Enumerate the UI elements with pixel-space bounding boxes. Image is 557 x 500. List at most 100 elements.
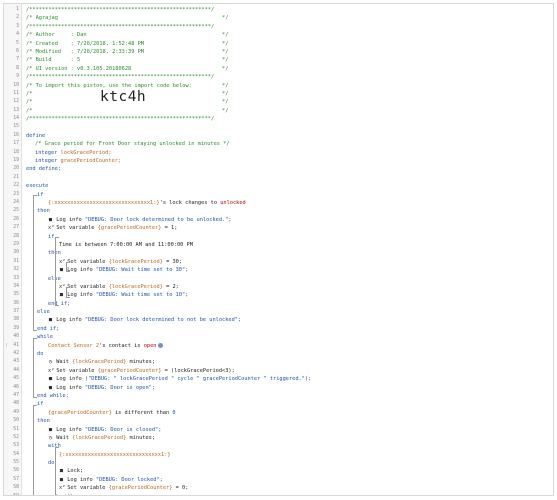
code-line[interactable]: 43 ◷ Wait {lockGracePeriod} minutes; (4, 358, 553, 366)
code-line[interactable]: 46 ■ Log info "DEBUG: Door is open"; (4, 384, 553, 392)
code-text: integer gracePeriodCounter; (35, 157, 121, 165)
code-text: /* Build : 5 (26, 56, 80, 64)
code-line[interactable]: 14 /*************************************… (4, 115, 553, 123)
code-line[interactable]: 27 x² Set variable {gracePeriodCounter} =… (4, 224, 553, 232)
code-line[interactable]: 32 ■ Log info "DEBUG: Wait time set to 30… (4, 266, 553, 274)
code-line[interactable]: 7 /* Build : 5 */ (4, 56, 553, 64)
code-line[interactable]: 33 else (4, 275, 553, 283)
code-line[interactable]: 26 ■ Log info "DEBUG: Door lock determine… (4, 216, 553, 224)
info-hint-icon[interactable] (158, 342, 164, 348)
block-bracket (33, 404, 37, 495)
code-line[interactable]: 44 x² Set variable {gracePeriodCounter} =… (4, 367, 553, 375)
code-line[interactable]: 11 /* */ (4, 90, 553, 98)
code-line[interactable]: 19 integer gracePeriodCounter; (4, 157, 553, 165)
line-number: 32 (13, 267, 19, 273)
code-line[interactable]: 37 else (4, 308, 553, 316)
code-token: {lockGracePeriod} (72, 434, 127, 441)
code-line[interactable]: 13 /* */ (4, 107, 553, 115)
line-number: 33 (13, 275, 19, 281)
code-line[interactable]: 35 ■ Log info "DEBUG: Wait time set to 10… (4, 291, 553, 299)
code-line[interactable]: 38 ■ Log info "DEBUG: Door lock determine… (4, 316, 553, 324)
code-line[interactable]: 34 x² Set variable {lockGracePeriod} = 2; (4, 283, 553, 291)
code-token: Log info (64, 476, 96, 483)
line-number: 52 (13, 434, 19, 440)
code-line[interactable]: 45 ■ Log info ("DEBUG: " lockGracePeriod … (4, 375, 553, 383)
code-token: {lockGracePeriod} (72, 359, 127, 366)
line-number: 39 (13, 325, 19, 331)
code-line[interactable]: 24 {:xxxxxxxxxxxxxxxxxxxxxxxxxxxxxx1:}'s … (4, 199, 553, 207)
code-line[interactable]: 28 if (4, 233, 553, 241)
code-line[interactable]: 9 /**************************************… (4, 73, 553, 81)
code-line[interactable]: 15 (4, 123, 553, 131)
code-line[interactable]: 8 /* UI version : v0.3.105.20180628 */ (4, 65, 553, 73)
code-line[interactable]: 1 /**************************************… (4, 6, 553, 14)
code-token: ("DEBUG: " lockGracePeriod " cycle " gra… (84, 376, 312, 383)
code-line[interactable]: 2 /* Agrajag */ (4, 14, 553, 22)
code-token: end if; (37, 325, 60, 332)
code-line[interactable]: 48 if (4, 400, 553, 408)
code-line[interactable]: 4 /* Author : Dan */ (4, 31, 553, 39)
code-line[interactable]: 59 end with; (4, 493, 553, 495)
code-line[interactable]: 10 /* To import this piston, use the impo… (4, 82, 553, 90)
code-text: end if; (37, 325, 59, 333)
code-line[interactable]: 50 then (4, 417, 553, 425)
code-line[interactable]: 22 execute (4, 182, 553, 190)
code-text: /***************************************… (26, 115, 214, 123)
comment-close: */ (222, 40, 229, 47)
code-line[interactable]: 49 {gracePeriodCounter} is different than… (4, 409, 553, 417)
comment-close: */ (222, 57, 229, 64)
code-line[interactable]: 55 do (4, 459, 553, 467)
code-token: end define; (26, 166, 62, 173)
code-token: /* (26, 90, 33, 97)
code-line[interactable]: 3 /**************************************… (4, 23, 553, 31)
code-line[interactable]: 58 x² Set variable {gracePeriodCounter} =… (4, 484, 553, 492)
code-line[interactable]: 12 /* */ (4, 98, 553, 106)
code-line[interactable]: 42 do (4, 350, 553, 358)
code-line[interactable]: 40 while (4, 333, 553, 341)
code-token: = (lockGracePeriod<3); (161, 367, 235, 374)
code-line[interactable]: 41! Contact Sensor 2's contact is open (4, 342, 553, 350)
code-text: /***************************************… (26, 6, 214, 14)
code-body: 1 /**************************************… (4, 6, 553, 495)
line-number: 45 (13, 376, 19, 382)
code-token: "DEBUG: Wait time set to 10"; (95, 292, 189, 299)
code-line[interactable]: 36 end if; (4, 300, 553, 308)
code-line[interactable]: 52 ◷ Wait {lockGracePeriod} minutes; (4, 434, 553, 442)
code-token: end with; (48, 494, 77, 495)
code-line[interactable]: 54 {:xxxxxxxxxxxxxxxxxxxxxxxxxxxxxx1:} (4, 451, 553, 459)
code-token: if (48, 233, 55, 240)
line-number: 48 (13, 401, 19, 407)
code-line[interactable]: 29 Time is between 7:00:00 AM and 11:00:0… (4, 241, 553, 249)
code-token: /* UI version : (26, 65, 78, 72)
code-text: x² Set variable {gracePeriodCounter} = 0… (59, 484, 188, 492)
code-token: minutes; (126, 434, 156, 441)
code-text: {:xxxxxxxxxxxxxxxxxxxxxxxxxxxxxx1:} (59, 451, 171, 459)
code-line[interactable]: 56 ■ Lock; (4, 467, 553, 475)
code-token: is different than (111, 409, 173, 416)
code-line[interactable]: 21 (4, 174, 553, 182)
code-text: /* (26, 98, 32, 106)
code-text: Contact Sensor 2's contact is open (48, 342, 164, 350)
code-line[interactable]: 6 /* Modified : 7/20/2018, 2:33:39 PM */ (4, 48, 553, 56)
code-line[interactable]: 31 x² Set variable {lockGracePeriod} = 30… (4, 258, 553, 266)
import-code[interactable]: ktc4h (100, 89, 146, 105)
code-line[interactable]: 39 end if; (4, 325, 553, 333)
code-line[interactable]: 16 define (4, 132, 553, 140)
code-line[interactable]: 5 /* Created : 7/20/2018, 1:52:48 PM */ (4, 40, 553, 48)
code-line[interactable]: 18 integer lockGracePeriod; (4, 149, 553, 157)
code-line[interactable]: 20 end define; (4, 165, 553, 173)
code-line[interactable]: 51 ■ Log info "DEBUG: Door is closed"; (4, 426, 553, 434)
code-text: /* Created : 7/20/2018, 1:52:48 PM (26, 40, 144, 48)
code-line[interactable]: 25 then (4, 207, 553, 215)
line-number: 19 (13, 158, 19, 164)
code-line[interactable]: 30 then (4, 249, 553, 257)
code-line[interactable]: 53 with (4, 442, 553, 450)
code-line[interactable]: 47 end while; (4, 392, 553, 400)
code-text: end define; (26, 165, 61, 173)
comment-close: */ (222, 82, 229, 89)
code-line[interactable]: 23 if (4, 191, 553, 199)
code-line[interactable]: 57 ■ Log info "DEBUG: Door locked"; (4, 476, 553, 484)
code-line[interactable]: 17 /* Grace period for Front Door staying… (4, 140, 553, 148)
code-token: Set variable (53, 367, 98, 374)
code-text: end while; (37, 392, 69, 400)
